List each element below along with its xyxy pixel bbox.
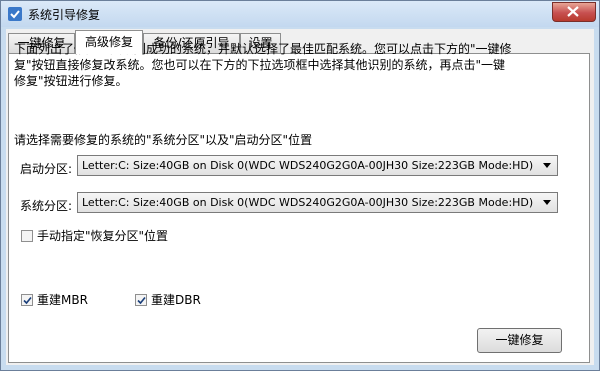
checkbox-box[interactable] bbox=[21, 293, 33, 306]
system-partition-select[interactable]: Letter:C: Size:40GB on Disk 0(WDC WDS240… bbox=[77, 192, 558, 213]
boot-partition-select[interactable]: Letter:C: Size:40GB on Disk 0(WDC WDS240… bbox=[77, 155, 558, 176]
checkmark-icon bbox=[23, 296, 32, 304]
rebuild-dbr-checkbox[interactable]: 重建DBR bbox=[135, 291, 201, 308]
system-partition-label: 系统分区: bbox=[20, 199, 73, 213]
title-bar[interactable]: 系统引导修复 bbox=[1, 1, 599, 27]
description-line: 修复"按钮进行修复。 bbox=[14, 74, 128, 88]
description-line: 复"按钮直接修复改系统。您也可以在下方的下拉选项框中选择其他识别的系统，再点击"… bbox=[14, 58, 506, 72]
tab-advanced-repair[interactable]: 高级修复 bbox=[75, 30, 143, 54]
one-click-repair-button[interactable]: 一键修复 bbox=[477, 328, 562, 353]
rebuild-mbr-label: 重建MBR bbox=[37, 293, 88, 307]
boot-partition-value: Letter:C: Size:40GB on Disk 0(WDC WDS240… bbox=[82, 159, 534, 172]
checkbox-box[interactable] bbox=[135, 293, 147, 306]
system-partition-value: Letter:C: Size:40GB on Disk 0(WDC WDS240… bbox=[82, 196, 534, 209]
app-window: 系统引导修复 一键修复 高级修复 备份/还原引导 设置 下面列出了修复工具识别成… bbox=[0, 0, 600, 371]
chevron-down-icon bbox=[543, 163, 551, 168]
window-title: 系统引导修复 bbox=[28, 8, 101, 22]
partition-prompt: 请选择需要修复的系统的"系统分区"以及"启动分区"位置 bbox=[14, 133, 313, 147]
checkmark-icon bbox=[137, 296, 146, 304]
boot-partition-label: 启动分区: bbox=[20, 162, 73, 176]
close-icon bbox=[567, 6, 579, 17]
rebuild-mbr-checkbox[interactable]: 重建MBR bbox=[21, 291, 88, 308]
close-button[interactable] bbox=[552, 2, 596, 22]
manual-recovery-checkbox[interactable]: 手动指定"恢复分区"位置 bbox=[21, 227, 168, 244]
manual-recovery-label: 手动指定"恢复分区"位置 bbox=[37, 229, 169, 243]
chevron-down-icon bbox=[543, 200, 551, 205]
rebuild-dbr-label: 重建DBR bbox=[151, 293, 201, 307]
checkbox-box[interactable] bbox=[21, 229, 33, 242]
app-icon bbox=[7, 6, 23, 22]
